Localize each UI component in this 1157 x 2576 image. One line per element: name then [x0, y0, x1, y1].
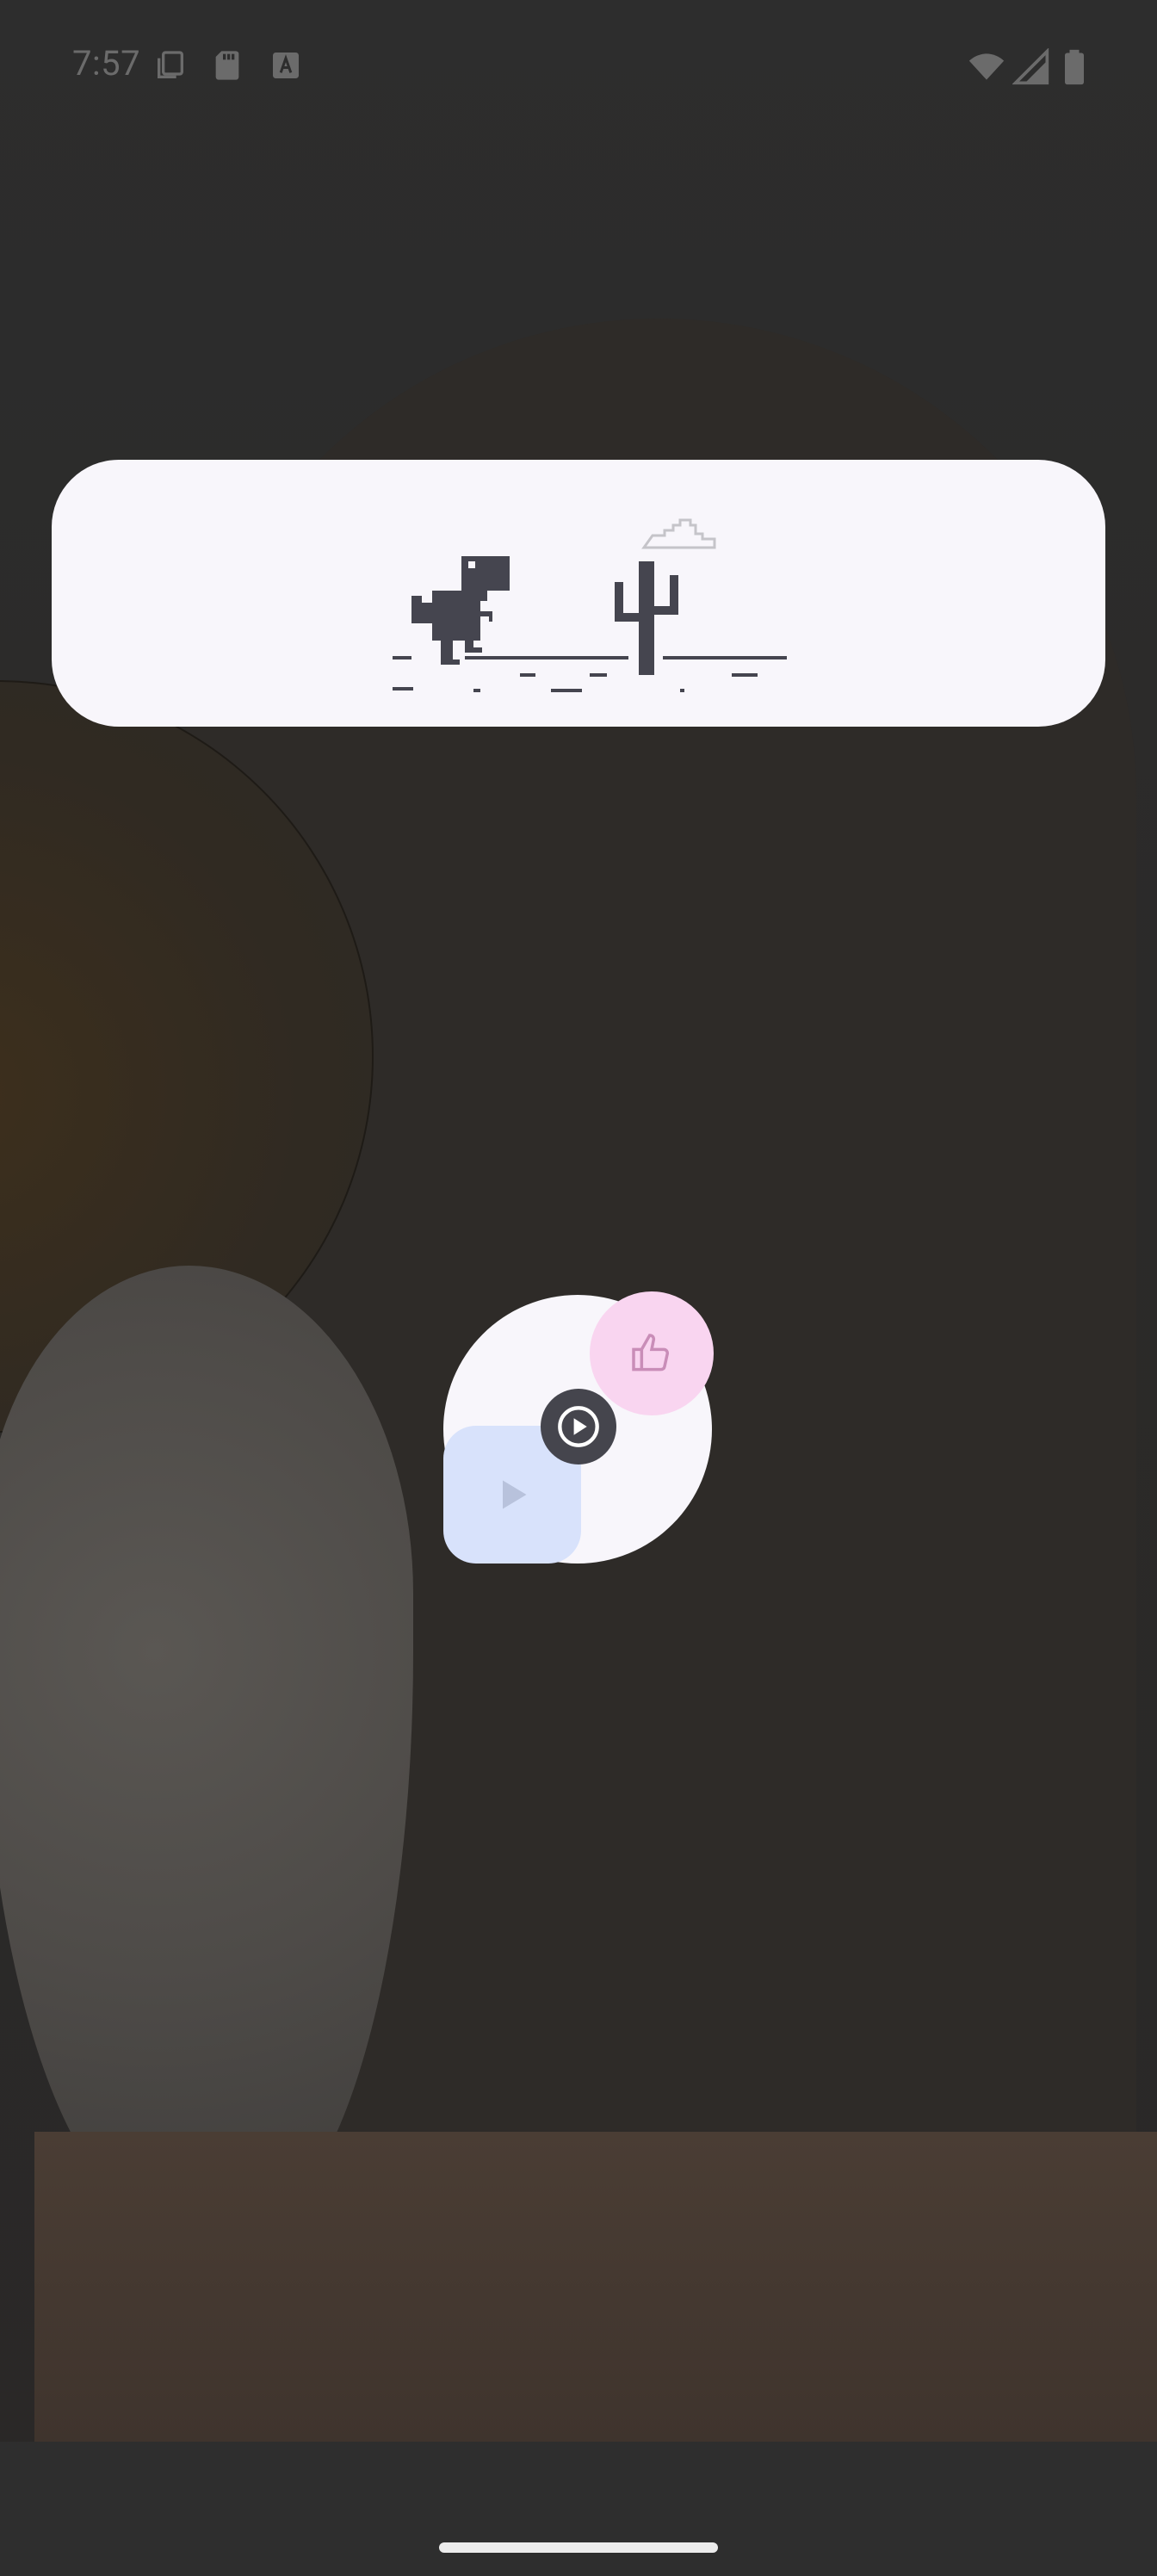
sd-card-icon [215, 51, 239, 80]
a-badge-icon [273, 53, 299, 78]
navigation-bar [0, 2442, 1157, 2576]
wallpaper-rock [0, 1266, 413, 2230]
thumbs-up-icon [632, 1334, 670, 1372]
cellular-signal-icon [1012, 48, 1049, 85]
copy-icon [158, 51, 183, 78]
play-circle-button[interactable] [541, 1389, 616, 1464]
home-gesture-handle[interactable] [439, 2542, 718, 2553]
wallpaper [0, 0, 1157, 2576]
shortcut-cluster-widget[interactable] [443, 1291, 719, 1567]
battery-icon [1065, 49, 1084, 85]
wallpaper-pedestal [34, 2132, 1157, 2442]
play-circle-icon [558, 1406, 599, 1447]
play-icon [503, 1480, 527, 1509]
wifi-icon [968, 53, 1005, 80]
status-time: 7:57 [72, 43, 141, 84]
chrome-dino-icon [393, 518, 787, 692]
thumbs-up-button[interactable] [590, 1291, 714, 1415]
status-bar: 7:57 [0, 0, 1157, 138]
